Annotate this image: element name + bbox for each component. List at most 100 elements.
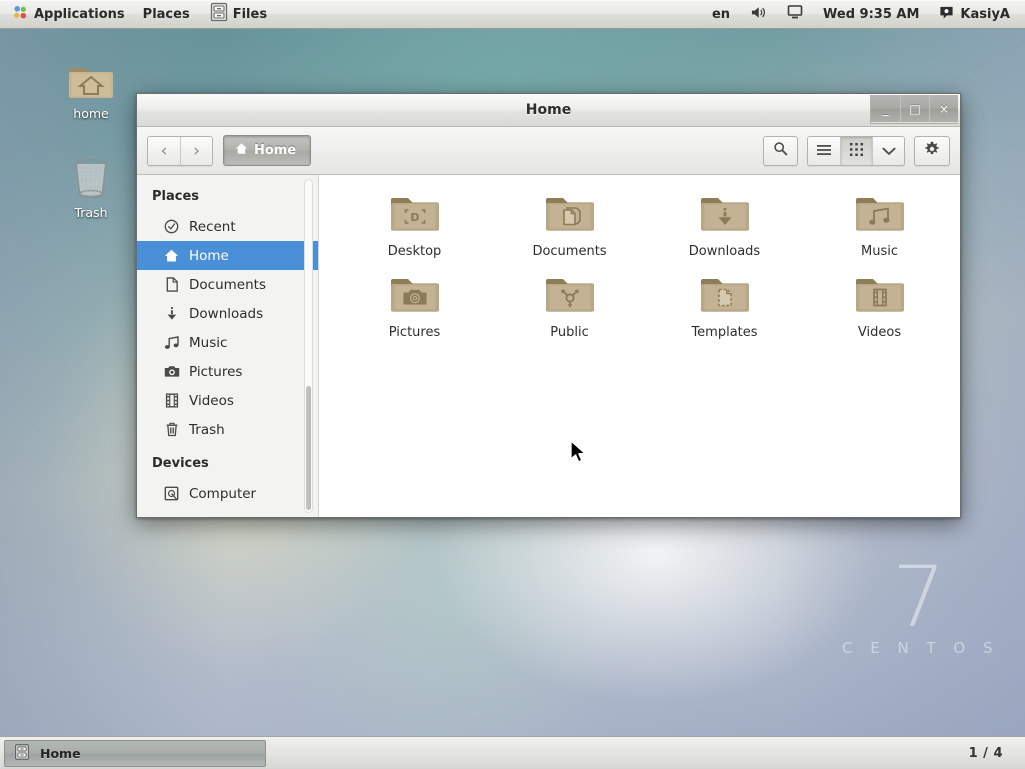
settings-menu-button[interactable] xyxy=(914,135,950,166)
file-item-templates[interactable]: Templates xyxy=(647,270,802,351)
bottom-panel: Home 1 / 4 xyxy=(0,736,1025,769)
workspace-switcher[interactable]: 1 / 4 xyxy=(959,746,1013,761)
desktop-icon-home[interactable]: home xyxy=(45,48,137,121)
applications-icon xyxy=(13,5,28,24)
navigation-buttons: ‹ › xyxy=(147,135,213,166)
file-item-videos[interactable]: Videos xyxy=(802,270,957,351)
sidebar: Places Recent Home Documents Downloads M… xyxy=(137,175,319,517)
file-item-public[interactable]: Public xyxy=(492,270,647,351)
file-item-label: Templates xyxy=(691,325,758,340)
film-icon xyxy=(163,393,180,408)
download-icon xyxy=(163,306,180,322)
sidebar-item-label: Trash xyxy=(189,421,225,438)
desktop-icon-trash[interactable]: Trash xyxy=(45,147,137,220)
home-icon xyxy=(235,142,248,159)
file-item-downloads[interactable]: Downloads xyxy=(647,189,802,270)
sidebar-item-label: Documents xyxy=(189,276,266,293)
active-app-label: Files xyxy=(232,6,268,22)
places-menu[interactable]: Places xyxy=(134,7,199,22)
file-item-music[interactable]: Music xyxy=(802,189,957,270)
file-item-label: Desktop xyxy=(387,244,442,259)
search-button[interactable] xyxy=(763,135,798,166)
path-breadcrumb: Home xyxy=(223,135,312,166)
places-label: Places xyxy=(142,6,190,22)
taskbar-item-label: Home xyxy=(40,745,81,761)
breadcrumb-button-home[interactable]: Home xyxy=(223,135,312,166)
sidebar-item-home[interactable]: Home xyxy=(137,241,318,270)
keyboard-layout-label: en xyxy=(711,6,731,22)
file-item-pictures[interactable]: Pictures xyxy=(337,270,492,351)
view-options-dropdown[interactable] xyxy=(872,136,904,165)
grid-view-button[interactable] xyxy=(840,136,872,165)
display-icon xyxy=(787,4,803,24)
volume-button[interactable] xyxy=(741,5,776,24)
sidebar-scrollbar[interactable] xyxy=(304,179,313,513)
sidebar-item-computer[interactable]: Computer xyxy=(137,479,318,508)
user-status-icon xyxy=(939,5,954,24)
files-icon xyxy=(13,743,31,764)
files-icon xyxy=(208,1,230,27)
file-item-label: Pictures xyxy=(388,325,441,340)
list-view-button[interactable] xyxy=(808,136,840,165)
grid-view-icon xyxy=(850,142,863,160)
back-button[interactable]: ‹ xyxy=(148,136,180,165)
sidebar-heading-places: Places xyxy=(152,189,200,204)
view-mode-group xyxy=(807,135,905,166)
window-body: Places Recent Home Documents Downloads M… xyxy=(137,175,960,517)
svg-text:D: D xyxy=(410,211,419,224)
home-folder-icon xyxy=(45,48,137,102)
clock-icon xyxy=(163,219,180,234)
search-icon xyxy=(773,141,788,160)
workspace-label: 1 / 4 xyxy=(968,745,1003,761)
applications-label: Applications xyxy=(34,6,125,22)
file-item-label: Videos xyxy=(857,325,902,340)
centos-watermark: 7 C E N T O S xyxy=(837,548,999,657)
sidebar-item-recent[interactable]: Recent xyxy=(137,212,318,241)
minimize-button[interactable]: _ xyxy=(871,95,900,122)
list-view-icon xyxy=(817,142,831,160)
file-item-desktop[interactable]: D Desktop xyxy=(337,189,492,270)
keyboard-layout-indicator[interactable]: en xyxy=(703,7,739,22)
maximize-button[interactable]: □ xyxy=(900,95,929,122)
user-menu[interactable]: KasiyA xyxy=(930,5,1019,24)
clock[interactable]: Wed 9:35 AM xyxy=(814,7,928,22)
folder-icon-documents xyxy=(545,189,595,239)
trash-icon xyxy=(45,147,137,201)
folder-icon-templates xyxy=(700,270,750,320)
display-button[interactable] xyxy=(778,4,812,24)
file-manager-window: Home _ □ × ‹ › Home Places Recent Home D… xyxy=(136,93,961,518)
close-button[interactable]: × xyxy=(929,95,958,122)
window-toolbar: ‹ › Home xyxy=(137,127,960,175)
file-item-documents[interactable]: Documents xyxy=(492,189,647,270)
top-panel: Applications Places Files en Wed 9:35 AM… xyxy=(0,0,1025,29)
watermark-word: C E N T O S xyxy=(841,639,999,657)
active-app-menu[interactable]: Files xyxy=(199,1,276,27)
camera-icon xyxy=(163,365,180,378)
sidebar-item-label: Home xyxy=(189,247,229,264)
sidebar-item-label: Computer xyxy=(189,485,257,502)
file-icon-view: D Desktop Documents Downloads Music Pict… xyxy=(319,175,960,517)
sidebar-item-music[interactable]: Music xyxy=(137,328,318,357)
document-icon xyxy=(163,277,180,292)
watermark-version: 7 xyxy=(892,548,945,647)
sidebar-item-documents[interactable]: Documents xyxy=(137,270,318,299)
sidebar-item-downloads[interactable]: Downloads xyxy=(137,299,318,328)
applications-menu[interactable]: Applications xyxy=(4,5,134,24)
sidebar-item-label: Music xyxy=(189,334,228,351)
folder-icon-desktop: D xyxy=(390,189,440,239)
computer-icon xyxy=(163,486,180,501)
file-item-label: Public xyxy=(550,325,589,340)
folder-icon-downloads xyxy=(700,189,750,239)
desktop-icon-label: Trash xyxy=(74,205,108,220)
volume-icon xyxy=(750,5,767,24)
sidebar-item-videos[interactable]: Videos xyxy=(137,386,318,415)
sidebar-item-pictures[interactable]: Pictures xyxy=(137,357,318,386)
sidebar-item-trash[interactable]: Trash xyxy=(137,415,318,444)
clock-label: Wed 9:35 AM xyxy=(823,6,920,22)
sidebar-scrollbar-thumb[interactable] xyxy=(306,385,311,510)
taskbar-item-home[interactable]: Home xyxy=(4,739,266,767)
forward-button[interactable]: › xyxy=(180,136,212,165)
window-titlebar[interactable]: Home _ □ × xyxy=(137,94,960,127)
trash-icon xyxy=(163,422,180,437)
sidebar-item-label: Downloads xyxy=(189,305,264,322)
